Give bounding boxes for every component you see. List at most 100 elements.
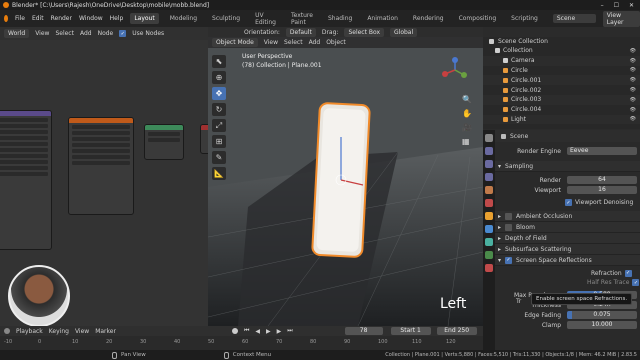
tab-layout[interactable]: Layout (130, 13, 159, 24)
3d-viewport[interactable]: User Perspective (78) Collection | Plane… (208, 37, 483, 326)
tab-sculpting[interactable]: Sculpting (208, 13, 244, 24)
zoom-icon[interactable]: 🔍 (462, 95, 472, 104)
visibility-eye-icon[interactable]: 👁 (630, 97, 640, 103)
transform-tool-icon[interactable]: ⊞ (212, 135, 226, 148)
modifier-tab-icon[interactable] (485, 225, 493, 233)
menu-window[interactable]: Window (79, 15, 103, 22)
timeline-menu-marker[interactable]: Marker (95, 328, 116, 335)
minimize-icon[interactable]: – (601, 2, 604, 9)
world-output-node[interactable] (200, 124, 208, 154)
background-node[interactable] (144, 124, 184, 160)
cursor-tool-icon[interactable]: ⊕ (212, 71, 226, 84)
pan-icon[interactable]: ✋ (462, 109, 472, 118)
view-layer-selector[interactable]: View Layer (602, 10, 640, 27)
record-icon[interactable] (231, 328, 238, 334)
render-engine-dropdown[interactable]: Eevee (567, 147, 637, 155)
node-editor-canvas[interactable] (0, 40, 208, 326)
use-nodes-checkbox[interactable]: ✓ (119, 30, 127, 37)
object-mode-dropdown[interactable]: Object Mode (212, 38, 258, 47)
jump-end-icon[interactable]: ⏭ (287, 327, 292, 335)
tab-rendering[interactable]: Rendering (409, 13, 448, 24)
view-layer-tab-icon[interactable] (485, 173, 493, 181)
start-frame-field[interactable]: Start 1 (390, 327, 431, 335)
scene-selector[interactable]: Scene (552, 14, 596, 23)
end-frame-field[interactable]: End 250 (436, 327, 477, 335)
collapsed-panel[interactable]: ▸ Subsurface Scattering (495, 244, 640, 255)
move-tool-icon[interactable]: ✥ (212, 87, 226, 100)
visibility-eye-icon[interactable]: 👁 (630, 77, 640, 83)
world-tab-icon[interactable] (485, 199, 493, 207)
jump-start-icon[interactable]: ⏮ (244, 327, 249, 335)
menu-file[interactable]: File (15, 15, 25, 22)
render-samples-field[interactable]: 64 (567, 176, 637, 184)
timeline-menu-keying[interactable]: Keying (49, 328, 69, 335)
tab-compositing[interactable]: Compositing (455, 13, 501, 24)
outliner-item[interactable]: Camera 👁 (483, 55, 640, 66)
viewport-menu-view[interactable]: View (264, 39, 278, 46)
blender-menu-icon[interactable] (4, 15, 8, 22)
collapsed-panel[interactable]: ▸ Ambient Occlusion (495, 211, 640, 222)
viewport-menu-select[interactable]: Select (284, 39, 303, 46)
menu-render[interactable]: Render (51, 15, 72, 22)
visibility-eye-icon[interactable]: 👁 (630, 107, 640, 113)
prev-key-icon[interactable]: ◀ (255, 328, 260, 335)
node-menu-node[interactable]: Node (98, 30, 114, 37)
half-res-row[interactable]: Half Res Trace ✓ (483, 278, 640, 287)
outliner-item[interactable]: Circle.002 👁 (483, 85, 640, 95)
measure-tool-icon[interactable]: 📐 (212, 167, 226, 180)
outliner-item[interactable]: Collection 👁 (483, 46, 640, 56)
property-slider[interactable]: 10.000 (567, 321, 637, 329)
visibility-eye-icon[interactable]: 👁 (630, 48, 640, 54)
maximize-icon[interactable]: ☐ (614, 2, 619, 9)
refraction-row[interactable]: Refraction ✓ (483, 268, 640, 278)
collapsed-panel[interactable]: ▸ Depth of Field (495, 233, 640, 244)
current-frame-field[interactable]: 78 (344, 327, 383, 335)
drag-dropdown[interactable]: Select Box (344, 27, 385, 37)
tab-modeling[interactable]: Modeling (166, 13, 201, 24)
world-selector[interactable]: World (4, 29, 30, 38)
visibility-eye-icon[interactable]: 👁 (630, 87, 640, 93)
outliner-item[interactable]: Light 👁 (483, 114, 640, 125)
particles-tab-icon[interactable] (485, 238, 493, 246)
outliner-item[interactable]: Circle.003 👁 (483, 94, 640, 105)
physics-tab-icon[interactable] (485, 251, 493, 259)
refraction-checkbox[interactable]: ✓ (624, 269, 632, 277)
play-icon[interactable]: ▶ (266, 328, 271, 335)
outliner-item[interactable]: Circle 👁 (483, 65, 640, 76)
grid-icon[interactable]: ▦ (462, 137, 472, 146)
menu-edit[interactable]: Edit (32, 15, 44, 22)
viewport-denoising-checkbox[interactable]: ✓ (565, 199, 572, 206)
tab-scripting[interactable]: Scripting (507, 13, 542, 24)
outliner-item[interactable]: Circle.004 👁 (483, 104, 640, 115)
navigation-gizmo[interactable] (442, 57, 468, 83)
close-icon[interactable]: ✕ (629, 2, 634, 9)
ssr-panel-header[interactable]: ▾ ✓ Screen Space Reflections (495, 255, 640, 266)
sampling-panel-header[interactable]: ▾ Sampling (495, 161, 640, 172)
tab-animation[interactable]: Animation (363, 13, 402, 24)
output-tab-icon[interactable] (485, 160, 493, 168)
timeline-menu-view[interactable]: View (75, 328, 89, 335)
node-menu-select[interactable]: Select (55, 30, 74, 37)
camera-view-icon[interactable]: 🎥 (462, 123, 472, 132)
material-tab-icon[interactable] (485, 264, 493, 272)
half-res-checkbox[interactable]: ✓ (632, 279, 640, 286)
node-menu-view[interactable]: View (35, 30, 49, 37)
node-menu-add[interactable]: Add (80, 30, 92, 37)
viewport-denoising-row[interactable]: ✓ Viewport Denoising (483, 197, 640, 208)
tool-tab-icon[interactable] (485, 134, 493, 142)
visibility-eye-icon[interactable]: 👁 (630, 58, 640, 64)
environment-texture-node[interactable] (68, 117, 134, 215)
collapsed-panel[interactable]: ▸ Bloom (495, 222, 640, 233)
property-slider[interactable]: 0.075 (567, 311, 637, 319)
viewport-samples-field[interactable]: 16 (567, 186, 637, 194)
next-key-icon[interactable]: ▶ (277, 328, 282, 335)
ssr-checkbox[interactable]: ✓ (505, 256, 513, 264)
object-tab-icon[interactable] (485, 212, 493, 220)
outliner-root[interactable]: Scene Collection (483, 37, 640, 46)
rotate-tool-icon[interactable]: ↻ (212, 103, 226, 116)
transform-orientation-dropdown[interactable]: Global (390, 27, 418, 37)
scene-tab-icon[interactable] (485, 186, 493, 194)
mapping-node[interactable] (0, 110, 52, 250)
tab-shading[interactable]: Shading (324, 13, 356, 24)
visibility-eye-icon[interactable]: 👁 (630, 67, 640, 73)
